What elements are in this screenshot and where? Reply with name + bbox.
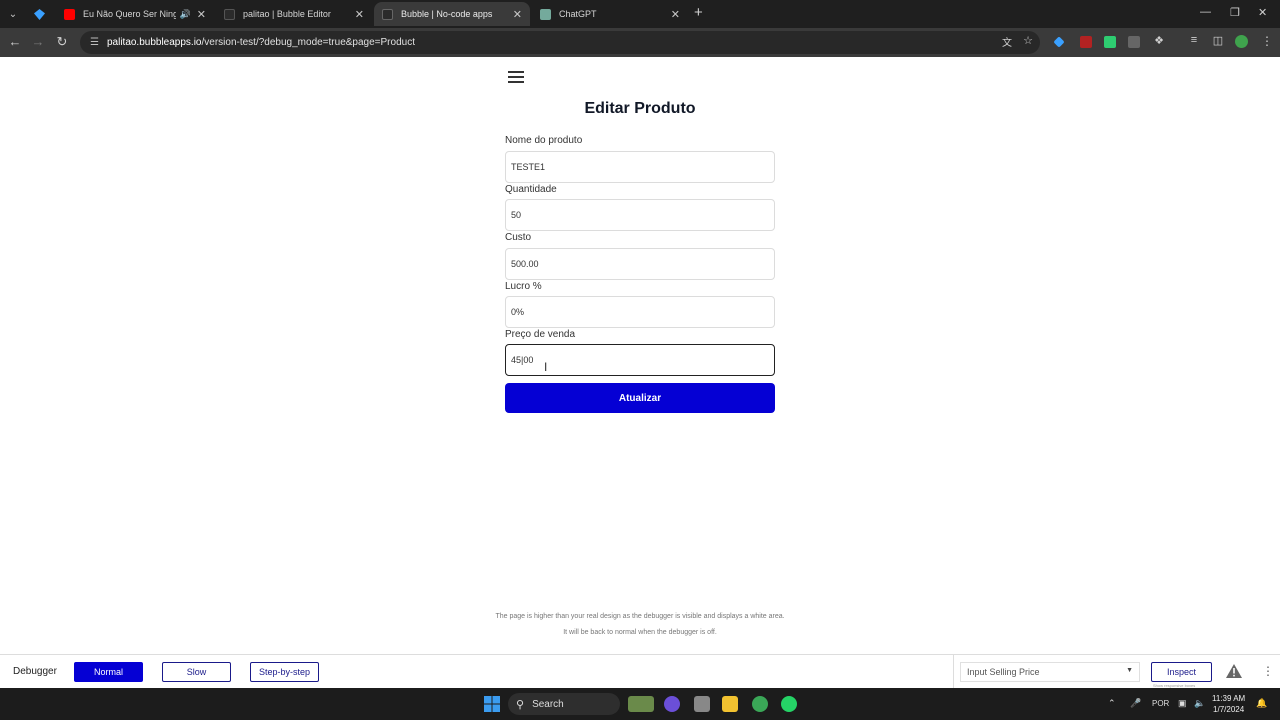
- label-selling-price: Preço de venda: [505, 329, 576, 340]
- url-text: palitao.bubbleapps.io/version-test/?debu…: [107, 37, 415, 48]
- address-bar[interactable]: ☰ palitao.bubbleapps.io/version-test/?de…: [80, 31, 1040, 54]
- tab-title: ChatGPT: [559, 9, 597, 19]
- close-tab-icon[interactable]: ✕: [355, 8, 364, 21]
- chatgpt-favicon-icon: [540, 8, 551, 20]
- chrome-taskbar-icon[interactable]: [752, 696, 768, 712]
- tab-title: Eu Não Quero Ser Ninguém: [83, 9, 176, 19]
- chevron-down-icon: ▼: [1126, 667, 1133, 674]
- tab-search-chevron-icon[interactable]: ⌄: [0, 0, 26, 28]
- tab-title: Bubble | No-code apps: [401, 9, 493, 19]
- windows-taskbar: ⚲ Search ⌃ 🎤 POR ▣ 🔈 11:39 AM 1/7/2024 🔔: [0, 688, 1280, 720]
- language-indicator[interactable]: POR: [1152, 699, 1169, 708]
- copilot-icon[interactable]: [664, 696, 680, 712]
- site-info-icon[interactable]: ☰: [90, 37, 99, 48]
- clock-time: 11:39 AM: [1212, 694, 1246, 703]
- y-extension-icon[interactable]: [1128, 36, 1140, 48]
- url-path: /version-test/?debug_mode=true&page=Prod…: [201, 37, 415, 48]
- reload-icon[interactable]: ↻: [53, 34, 71, 50]
- mode-normal-button[interactable]: Normal: [74, 662, 143, 682]
- tab-bubble-editor[interactable]: palitao | Bubble Editor ✕: [216, 2, 372, 26]
- volume-icon[interactable]: 🔈: [1194, 698, 1205, 709]
- minimize-icon[interactable]: —: [1200, 6, 1211, 18]
- gem-extension-icon[interactable]: [1053, 36, 1065, 48]
- tab-bubble-app[interactable]: Bubble | No-code apps ✕: [374, 2, 530, 26]
- task-view-icon[interactable]: [694, 696, 710, 712]
- network-icon[interactable]: ▣: [1178, 698, 1187, 709]
- label-product-name: Nome do produto: [505, 135, 583, 146]
- bookmark-star-icon[interactable]: ☆: [1019, 34, 1037, 47]
- label-quantity: Quantidade: [505, 184, 557, 195]
- youtube-favicon-icon: [64, 8, 75, 20]
- forward-arrow-icon[interactable]: →: [29, 34, 47, 49]
- notification-bell-icon[interactable]: 🔔: [1256, 698, 1267, 709]
- side-panel-icon[interactable]: ◫: [1209, 34, 1227, 47]
- tab-title: palitao | Bubble Editor: [243, 9, 331, 19]
- tray-chevron-up-icon[interactable]: ⌃: [1108, 698, 1116, 709]
- profile-avatar[interactable]: [1235, 35, 1248, 48]
- product-name-input[interactable]: [505, 151, 775, 183]
- taskbar-search-box[interactable]: ⚲ Search: [508, 693, 620, 715]
- browser-toolbar: ← → ↻ ☰ palitao.bubbleapps.io/version-te…: [0, 28, 1280, 57]
- system-clock[interactable]: 11:39 AM 1/7/2024: [1212, 693, 1245, 715]
- close-window-icon[interactable]: ✕: [1258, 6, 1267, 19]
- update-button[interactable]: Atualizar: [505, 383, 775, 413]
- file-explorer-icon[interactable]: [722, 696, 738, 712]
- warning-icon[interactable]: [1226, 664, 1242, 678]
- tab-youtube[interactable]: Eu Não Quero Ser Ninguém 🔊 ✕: [56, 2, 214, 26]
- translate-icon[interactable]: 文: [998, 34, 1016, 49]
- bubble-debugger-bar: Debugger Normal Slow Step-by-step Input …: [0, 654, 1280, 689]
- speaker-icon[interactable]: 🔊: [180, 9, 191, 20]
- app-page: Editar Produto Nome do produto Quantidad…: [0, 57, 1280, 654]
- inspect-button[interactable]: Inspect: [1151, 662, 1212, 682]
- new-tab-button[interactable]: +: [694, 4, 703, 21]
- browser-tab-strip: ⌄ Eu Não Quero Ser Ninguém 🔊 ✕ palitao |…: [0, 0, 1280, 28]
- back-arrow-icon[interactable]: ←: [6, 34, 24, 49]
- debugger-divider: [953, 655, 954, 689]
- label-profit-percent: Lucro %: [505, 281, 542, 292]
- restore-icon[interactable]: ❐: [1230, 6, 1240, 19]
- hamburger-menu-icon[interactable]: [508, 71, 524, 83]
- label-cost: Custo: [505, 232, 532, 243]
- url-host: palitao.bubbleapps.io: [106, 37, 202, 48]
- pinned-tab[interactable]: [26, 0, 52, 28]
- bubble-favicon-icon: [224, 8, 235, 20]
- mode-step-by-step-button[interactable]: Step-by-step: [250, 662, 319, 682]
- puzzle-extensions-icon[interactable]: ❖: [1150, 34, 1168, 47]
- widgets-icon[interactable]: [628, 696, 654, 712]
- tab-chatgpt[interactable]: ChatGPT ✕: [532, 2, 688, 26]
- text-cursor-icon: I: [544, 360, 548, 374]
- element-select-value: Input Selling Price: [967, 667, 1040, 677]
- microphone-icon[interactable]: 🎤: [1130, 698, 1141, 709]
- profit-percent-input[interactable]: [505, 296, 775, 328]
- debugger-note-line-2: It will be back to normal when the debug…: [563, 629, 717, 636]
- mode-slow-button[interactable]: Slow: [162, 662, 231, 682]
- close-tab-icon[interactable]: ✕: [671, 8, 680, 21]
- debugger-label: Debugger: [13, 666, 57, 677]
- debugger-note-line-1: The page is higher than your real design…: [495, 613, 785, 620]
- whatsapp-icon[interactable]: [781, 696, 797, 712]
- media-queue-icon[interactable]: ≡: [1185, 34, 1203, 46]
- bubble-favicon-icon: [382, 8, 393, 20]
- close-tab-icon[interactable]: ✕: [197, 8, 206, 21]
- page-title: Editar Produto: [584, 100, 696, 117]
- windows-start-icon[interactable]: [484, 696, 500, 712]
- element-select-dropdown[interactable]: Input Selling Price ▼: [960, 662, 1140, 682]
- more-options-icon[interactable]: ⋮: [1262, 664, 1274, 678]
- quantity-input[interactable]: [505, 199, 775, 231]
- search-icon: ⚲: [516, 698, 525, 711]
- chrome-menu-icon[interactable]: ⋮: [1258, 34, 1276, 48]
- red-extension-icon[interactable]: [1080, 36, 1092, 48]
- clock-date: 1/7/2024: [1213, 705, 1245, 714]
- cost-input[interactable]: [505, 248, 775, 280]
- taskbar-search-label: Search: [532, 698, 564, 710]
- gem-icon: [33, 8, 45, 20]
- green-extension-icon[interactable]: [1104, 36, 1116, 48]
- close-tab-icon[interactable]: ✕: [513, 8, 522, 21]
